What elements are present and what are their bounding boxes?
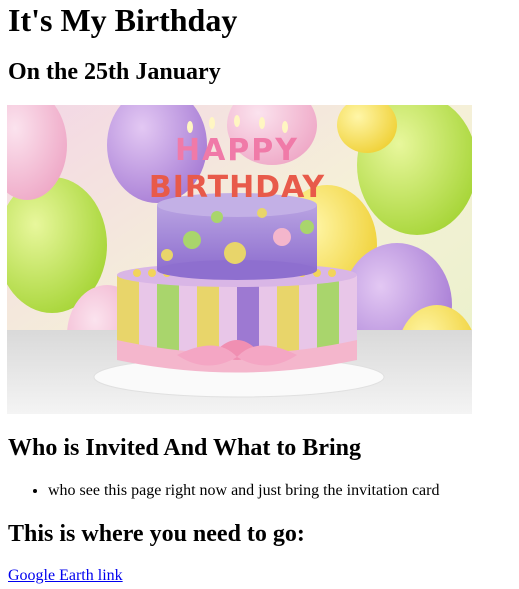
google-earth-link[interactable]: Google Earth link <box>8 567 123 585</box>
date-heading: On the 25th January <box>8 59 221 85</box>
page: It's My Birthday On the 25th January HAP… <box>0 0 519 589</box>
page-title: It's My Birthday <box>8 2 238 38</box>
invite-list: who see this page right now and just bri… <box>8 482 439 500</box>
location-heading: This is where you need to go: <box>8 521 305 547</box>
invite-heading: Who is Invited And What to Bring <box>8 435 361 461</box>
cake-topper-birthday: BIRTHDAY <box>149 170 326 205</box>
birthday-cake-image: HAPPY BIRTHDAY <box>7 105 472 414</box>
list-item: who see this page right now and just bri… <box>48 482 439 500</box>
cake-topper-happy: HAPPY <box>175 133 299 168</box>
